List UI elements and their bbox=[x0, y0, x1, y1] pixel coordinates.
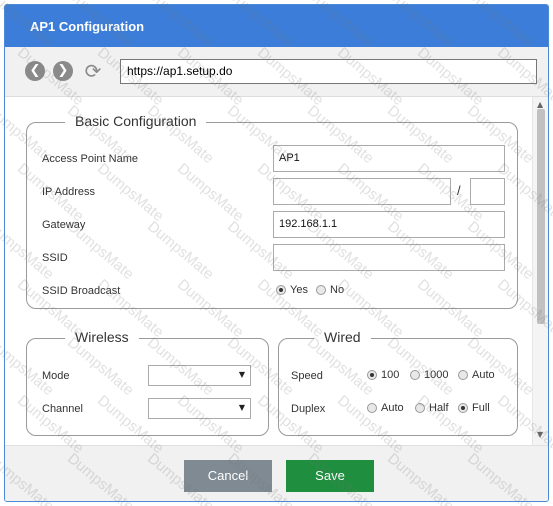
duplex-full-radio[interactable]: Full bbox=[458, 402, 490, 414]
radio-selected-icon bbox=[458, 403, 468, 413]
scroll-down-icon[interactable]: ▼ bbox=[537, 430, 543, 439]
radio-label: 1000 bbox=[424, 369, 449, 381]
back-arrow-icon[interactable]: ❮ bbox=[25, 61, 45, 81]
mode-label: Mode bbox=[42, 370, 70, 382]
subnet-mask-field[interactable] bbox=[470, 178, 505, 205]
radio-label: Yes bbox=[290, 284, 308, 296]
radio-unselected-icon bbox=[410, 370, 420, 380]
radio-unselected-icon bbox=[316, 285, 326, 295]
ssid-broadcast-yes-radio[interactable]: Yes bbox=[276, 284, 308, 296]
radio-label: Full bbox=[472, 402, 490, 414]
vertical-scrollbar[interactable]: ▲ ▼ bbox=[532, 97, 548, 445]
radio-selected-icon bbox=[367, 370, 377, 380]
url-bar[interactable]: https://ap1.setup.do bbox=[120, 59, 537, 84]
wireless-legend: Wireless bbox=[65, 329, 139, 345]
channel-select[interactable]: ▼ bbox=[148, 398, 251, 419]
browser-nav-bar: ❮ ❯ ⟳ https://ap1.setup.do bbox=[5, 47, 548, 97]
wired-legend: Wired bbox=[314, 329, 371, 345]
radio-unselected-icon bbox=[367, 403, 377, 413]
radio-label: No bbox=[330, 284, 345, 296]
ip-slash: / bbox=[457, 183, 461, 198]
radio-unselected-icon bbox=[415, 403, 425, 413]
wireless-group: Wireless bbox=[26, 329, 269, 436]
speed-label: Speed bbox=[291, 370, 323, 382]
radio-label: 100 bbox=[381, 369, 400, 381]
speed-100-radio[interactable]: 100 bbox=[367, 369, 399, 381]
cancel-button[interactable]: Cancel bbox=[184, 460, 272, 492]
mode-select[interactable]: ▼ bbox=[148, 365, 251, 386]
ap-name-field[interactable]: AP1 bbox=[273, 145, 505, 172]
radio-label: Auto bbox=[472, 369, 495, 381]
duplex-half-radio[interactable]: Half bbox=[415, 402, 449, 414]
save-button[interactable]: Save bbox=[286, 460, 374, 492]
ssid-label: SSID bbox=[42, 252, 68, 264]
ssid-broadcast-label: SSID Broadcast bbox=[42, 285, 121, 297]
dialog-footer: Cancel Save bbox=[5, 445, 548, 501]
speed-1000-radio[interactable]: 1000 bbox=[410, 369, 448, 381]
ip-address-field[interactable] bbox=[273, 178, 451, 205]
ssid-field[interactable] bbox=[273, 244, 505, 271]
window-title: AP1 Configuration bbox=[30, 19, 145, 34]
scrollbar-thumb[interactable] bbox=[537, 109, 545, 324]
gateway-field[interactable]: 192.168.1.1 bbox=[273, 211, 505, 238]
radio-label: Auto bbox=[381, 402, 404, 414]
radio-selected-icon bbox=[276, 285, 286, 295]
form-content: Basic Configuration Access Point Name AP… bbox=[5, 97, 532, 445]
duplex-auto-radio[interactable]: Auto bbox=[367, 402, 404, 414]
forward-arrow-icon[interactable]: ❯ bbox=[53, 61, 73, 81]
ap-name-label: Access Point Name bbox=[42, 153, 138, 165]
refresh-icon[interactable]: ⟳ bbox=[83, 61, 103, 81]
basic-configuration-legend: Basic Configuration bbox=[65, 113, 207, 129]
radio-unselected-icon bbox=[458, 370, 468, 380]
title-bar: AP1 Configuration bbox=[5, 5, 548, 47]
radio-label: Half bbox=[429, 402, 449, 414]
ssid-broadcast-no-radio[interactable]: No bbox=[316, 284, 344, 296]
scroll-up-icon[interactable]: ▲ bbox=[537, 100, 543, 109]
ip-address-label: IP Address bbox=[42, 186, 95, 198]
channel-label: Channel bbox=[42, 403, 83, 415]
dialog-window: AP1 Configuration ❮ ❯ ⟳ https://ap1.setu… bbox=[4, 4, 549, 502]
duplex-label: Duplex bbox=[291, 403, 326, 415]
gateway-label: Gateway bbox=[42, 219, 86, 231]
chevron-down-icon: ▼ bbox=[238, 370, 245, 379]
chevron-down-icon: ▼ bbox=[238, 403, 245, 412]
speed-auto-radio[interactable]: Auto bbox=[458, 369, 495, 381]
wired-group: Wired bbox=[278, 329, 518, 436]
